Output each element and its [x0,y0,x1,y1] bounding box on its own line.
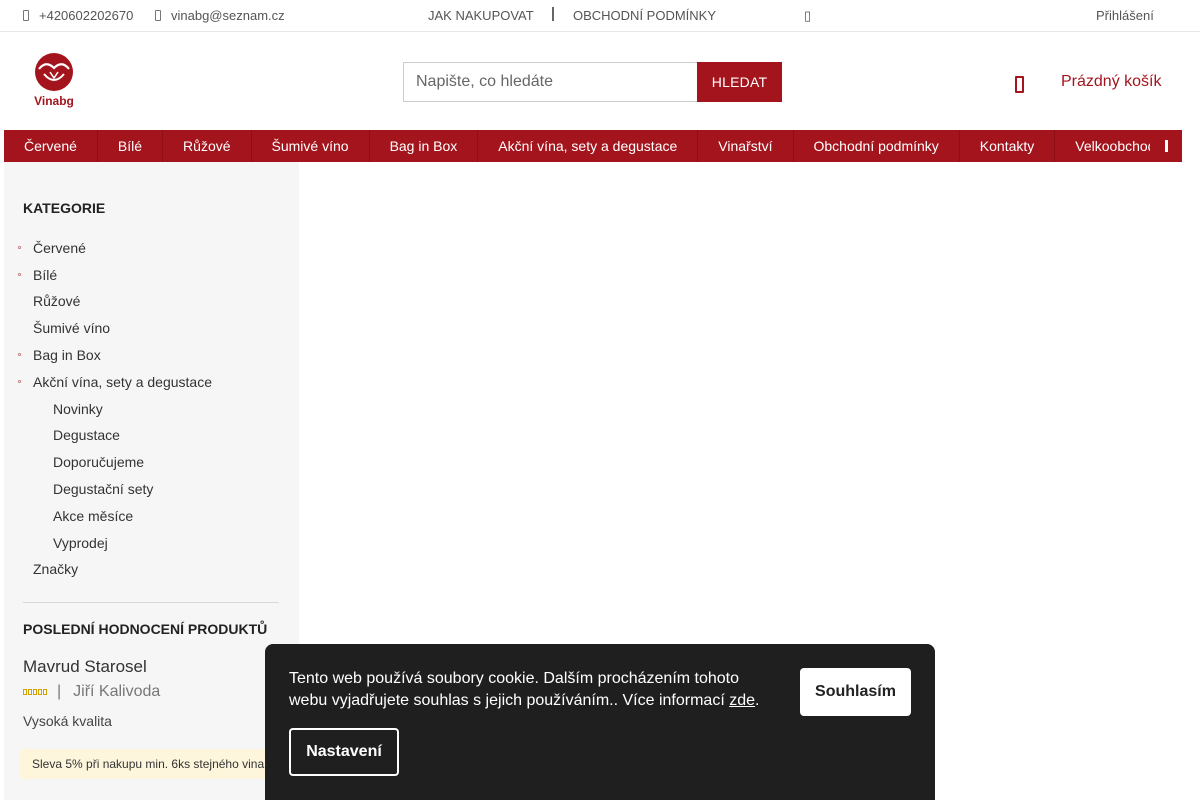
nav-item-sumive-vino[interactable]: Šumivé víno [252,130,370,162]
main-nav: Červené Bílé Růžové Šumivé víno Bag in B… [4,130,1182,162]
login-link[interactable]: Přihlášení [1096,0,1154,31]
review-author: Jiří Kalivoda [73,683,161,700]
rating-stars [23,689,47,695]
subcategory-akce-mesice[interactable]: Akce měsíce [53,508,133,524]
subcategory-novinky[interactable]: Novinky [53,401,103,417]
top-bar-divider [552,7,554,21]
cookie-message: Tento web používá soubory cookie. Dalším… [289,670,740,709]
logo[interactable]: Vinabg [30,52,78,110]
cart-icon [1012,71,1028,93]
mail-icon [155,10,161,21]
nav-item-ruzove[interactable]: Růžové [163,130,252,162]
sidebar: KATEGORIE Červené Bílé Růžové Šumivé vín… [4,162,299,800]
category-ruzove[interactable]: Růžové [33,293,80,309]
phone-icon [23,10,29,21]
svg-text:Vinabg: Vinabg [34,94,74,108]
cookie-period: . [755,692,760,709]
search-button[interactable]: HLEDAT [697,62,782,102]
how-to-buy-link[interactable]: JAK NAKUPOVAT [428,0,534,31]
nav-item-vinarstvi[interactable]: Vinařství [698,130,794,162]
phone-link[interactable]: +420602202670 [23,0,133,31]
subcategory-vyprodej[interactable]: Vyprodej [53,535,108,551]
nav-item-bile[interactable]: Bílé [98,130,164,162]
category-bag-in-box[interactable]: Bag in Box [33,347,101,363]
review-product-link[interactable]: Mavrud Starosel [23,657,147,677]
cookie-info-link[interactable]: zde [729,692,755,709]
nav-item-cervene[interactable]: Červené [4,130,98,162]
expand-bullet-icon [18,246,21,249]
nav-item-bag-in-box[interactable]: Bag in Box [370,130,479,162]
search-input[interactable] [403,62,697,102]
subcategory-degustace[interactable]: Degustace [53,427,120,443]
cookie-accept-button[interactable]: Souhlasím [800,668,911,716]
star-icon [23,689,27,695]
nav-item-kontakty[interactable]: Kontakty [960,130,1056,162]
nav-item-obchodni-podminky[interactable]: Obchodní podmínky [794,130,960,162]
more-icon [1164,140,1168,152]
category-cervene[interactable]: Červené [33,240,86,256]
cookie-text: Tento web používá soubory cookie. Dalším… [289,668,769,712]
cookie-banner: Tento web používá soubory cookie. Dalším… [265,644,935,800]
subcategory-doporucujeme[interactable]: Doporučujeme [53,454,144,470]
expand-bullet-icon [18,380,21,383]
category-akcni-vina[interactable]: Akční vína, sety a degustace [33,374,212,390]
category-sumive-vino[interactable]: Šumivé víno [33,320,110,336]
category-znacky[interactable]: Značky [33,561,78,577]
email-link[interactable]: vinabg@seznam.cz [155,0,285,31]
search-form: HLEDAT [403,62,782,102]
terms-link[interactable]: OBCHODNÍ PODMÍNKY [573,0,716,31]
expand-bullet-icon [18,353,21,356]
email-address: vinabg@seznam.cz [171,8,285,23]
review-text: Vysoká kvalita [23,713,112,729]
cookie-settings-button[interactable]: Nastavení [289,728,399,776]
nav-more-button[interactable] [1150,130,1182,162]
subcategory-degustacni-sety[interactable]: Degustační sety [53,481,153,497]
review-separator: | [57,683,62,700]
dropdown-icon[interactable]: ▯ [804,0,811,31]
review-meta: | Jiří Kalivoda [23,683,160,701]
sidebar-divider [23,602,279,603]
cart-link[interactable]: Prázdný košík [1012,68,1161,96]
star-icon [33,689,37,695]
promo-banner: Sleva 5% při nakupu min. 6ks stejného vi… [20,749,280,779]
star-icon [43,689,47,695]
cart-label: Prázdný košík [1061,73,1162,90]
categories-title: KATEGORIE [23,200,106,216]
star-icon [38,689,42,695]
nav-item-akcni-vina[interactable]: Akční vína, sety a degustace [478,130,699,162]
top-bar: +420602202670 vinabg@seznam.cz JAK NAKUP… [0,0,1200,32]
reviews-title: POSLEDNÍ HODNOCENÍ PRODUKTŮ [23,621,268,637]
logo-image: Vinabg [34,53,74,108]
phone-number: +420602202670 [39,8,134,23]
category-bile[interactable]: Bílé [33,267,57,283]
star-icon [28,689,32,695]
expand-bullet-icon [18,273,21,276]
